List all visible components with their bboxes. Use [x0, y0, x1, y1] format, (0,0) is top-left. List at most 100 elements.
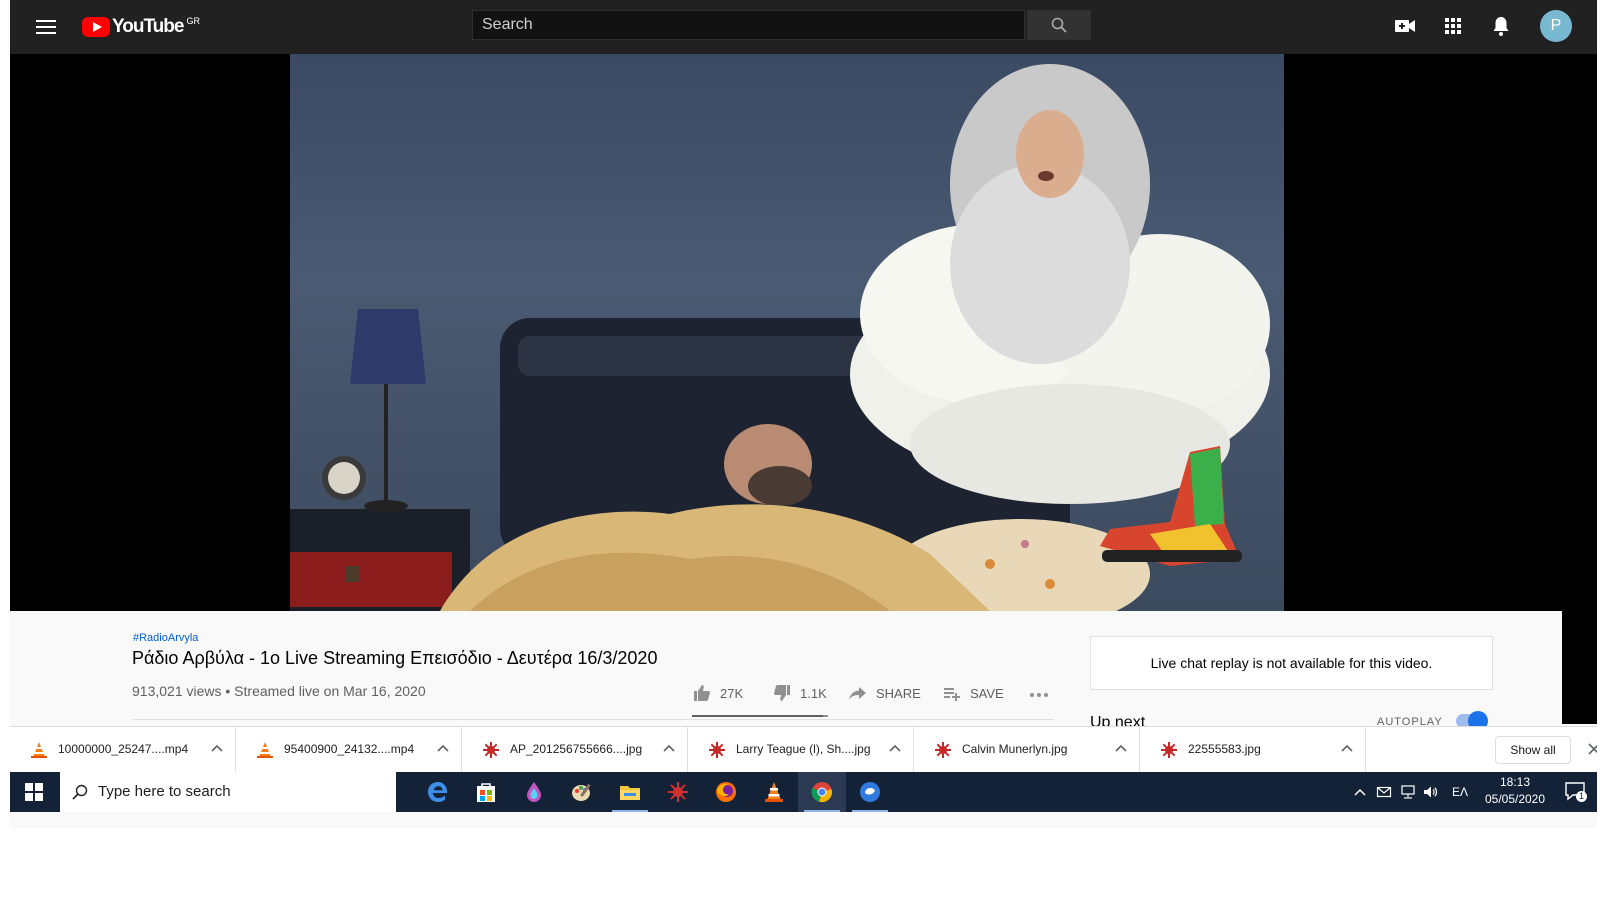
- download-item[interactable]: AP_201256755666....jpg: [462, 727, 688, 773]
- like-button[interactable]: 27K: [692, 683, 743, 703]
- image-file-icon: [483, 742, 499, 758]
- taskbar-app-firefox[interactable]: [702, 772, 750, 812]
- running-indicator: [612, 810, 648, 812]
- input-language-indicator[interactable]: ΕΛ: [1452, 785, 1468, 799]
- taskbar-app-chrome[interactable]: [798, 772, 846, 812]
- chevron-up-icon[interactable]: [1340, 741, 1354, 755]
- download-item[interactable]: 95400900_24132....mp4: [236, 727, 462, 773]
- taskbar-clock[interactable]: 18:13 05/05/2020: [1480, 774, 1550, 810]
- vlc-icon: [257, 742, 273, 758]
- chevron-up-icon[interactable]: [1114, 741, 1128, 755]
- edge-icon: [428, 782, 448, 802]
- taskbar-app-paint[interactable]: [558, 772, 606, 812]
- download-filename: 95400900_24132....mp4: [284, 742, 415, 756]
- video-title: Ράδιο Αρβύλα - 1ο Live Streaming Επεισόδ…: [132, 648, 658, 668]
- apps-grid-icon[interactable]: [1441, 14, 1465, 38]
- download-item[interactable]: 22555583.jpg: [1140, 727, 1366, 773]
- save-label: SAVE: [970, 685, 1004, 701]
- video-views-and-date: 913,021 views • Streamed live on Mar 16,…: [132, 683, 426, 699]
- save-button[interactable]: SAVE: [942, 683, 1004, 703]
- download-item[interactable]: Larry Teague (l), Sh....jpg: [688, 727, 914, 773]
- download-filename: 22555583.jpg: [1188, 742, 1261, 756]
- more-actions-button[interactable]: [1028, 683, 1058, 703]
- chevron-up-icon[interactable]: [662, 741, 676, 755]
- notification-count: 1: [1576, 791, 1587, 802]
- notifications-bell-icon[interactable]: [1489, 14, 1513, 38]
- download-filename: Calvin Munerlyn.jpg: [962, 742, 1068, 756]
- info-divider: [132, 719, 1054, 720]
- search-input[interactable]: [472, 10, 1025, 40]
- start-button[interactable]: [10, 772, 58, 812]
- taskbar-app[interactable]: [654, 772, 702, 812]
- file-explorer-icon: [620, 786, 640, 800]
- account-avatar[interactable]: P: [1540, 10, 1572, 42]
- search-icon: [72, 784, 88, 800]
- taskbar-app-vlc[interactable]: [750, 772, 798, 812]
- youtube-logo[interactable]: YouTube GR: [82, 15, 200, 39]
- share-arrow-icon: [849, 687, 866, 700]
- dislike-count: 1.1K: [800, 685, 827, 701]
- download-filename: 10000000_25247....mp4: [58, 742, 189, 756]
- running-indicator: [852, 810, 888, 812]
- windows-taskbar: Type here to search ΕΛ 18:13 05/05/2020 …: [10, 772, 1597, 812]
- search-icon: [1051, 17, 1067, 33]
- taskbar-app-file-explorer[interactable]: [606, 772, 654, 812]
- video-hashtag-link[interactable]: #RadioArvyla: [133, 632, 198, 644]
- image-file-icon: [1161, 742, 1177, 758]
- action-center-button[interactable]: 1: [1564, 780, 1588, 804]
- video-scene: [290, 64, 1270, 611]
- logo-text: YouTube: [112, 16, 184, 37]
- hamburger-menu-icon[interactable]: [36, 16, 56, 38]
- paint-icon: [572, 783, 591, 801]
- chevron-up-icon[interactable]: [888, 741, 902, 755]
- paint3d-icon: [527, 782, 541, 802]
- download-item[interactable]: 10000000_25247....mp4: [10, 727, 236, 773]
- dislike-button[interactable]: 1.1K: [772, 683, 827, 703]
- download-filename: Larry Teague (l), Sh....jpg: [736, 742, 871, 756]
- vlc-icon: [31, 742, 47, 758]
- chevron-up-icon[interactable]: [436, 741, 450, 755]
- taskbar-app-paint3d[interactable]: [510, 772, 558, 812]
- app-icon: [860, 782, 880, 802]
- firefox-icon: [716, 782, 736, 802]
- volume-icon[interactable]: [1422, 784, 1438, 800]
- video-frame[interactable]: [290, 54, 1284, 611]
- download-item[interactable]: Calvin Munerlyn.jpg: [914, 727, 1140, 773]
- clock-date: 05/05/2020: [1484, 792, 1546, 806]
- image-file-icon: [709, 742, 725, 758]
- search-button[interactable]: [1027, 10, 1091, 40]
- screen: YouTube GR P: [10, 0, 1597, 828]
- taskbar-app-edge[interactable]: [414, 772, 462, 812]
- video-player[interactable]: [10, 54, 1562, 611]
- create-video-icon[interactable]: [1393, 14, 1417, 38]
- share-button[interactable]: SHARE: [848, 683, 921, 703]
- page-scrollbar[interactable]: [1562, 54, 1597, 724]
- downloads-bar: 10000000_25247....mp4 95400900_24132....…: [10, 726, 1597, 773]
- vlc-icon: [765, 782, 783, 802]
- youtube-header: YouTube GR P: [10, 0, 1597, 54]
- show-all-downloads-button[interactable]: Show all: [1495, 736, 1571, 764]
- close-icon[interactable]: [1587, 742, 1597, 756]
- thumbs-up-icon: [694, 685, 710, 701]
- more-horizontal-icon: [1030, 693, 1048, 697]
- taskbar-app[interactable]: [846, 772, 894, 812]
- chrome-icon: [811, 782, 832, 803]
- chevron-up-icon[interactable]: [210, 741, 224, 755]
- playlist-add-icon: [944, 688, 960, 701]
- network-icon[interactable]: [1400, 784, 1416, 800]
- mail-icon[interactable]: [1376, 784, 1392, 800]
- country-code: GR: [186, 16, 200, 26]
- running-indicator: [804, 810, 840, 812]
- taskbar-app-store[interactable]: [462, 772, 510, 812]
- download-filename: AP_201256755666....jpg: [510, 742, 643, 756]
- chevron-up-icon[interactable]: [1352, 784, 1368, 800]
- taskbar-search-box[interactable]: Type here to search: [60, 772, 396, 812]
- like-count: 27K: [720, 685, 744, 701]
- share-label: SHARE: [876, 685, 921, 701]
- app-icon: [668, 782, 688, 802]
- live-chat-replay-box: Live chat replay is not available for th…: [1090, 636, 1493, 690]
- image-file-icon: [935, 742, 951, 758]
- taskbar-search-placeholder: Type here to search: [98, 783, 231, 800]
- store-icon: [477, 783, 495, 802]
- clock-time: 18:13: [1499, 775, 1531, 789]
